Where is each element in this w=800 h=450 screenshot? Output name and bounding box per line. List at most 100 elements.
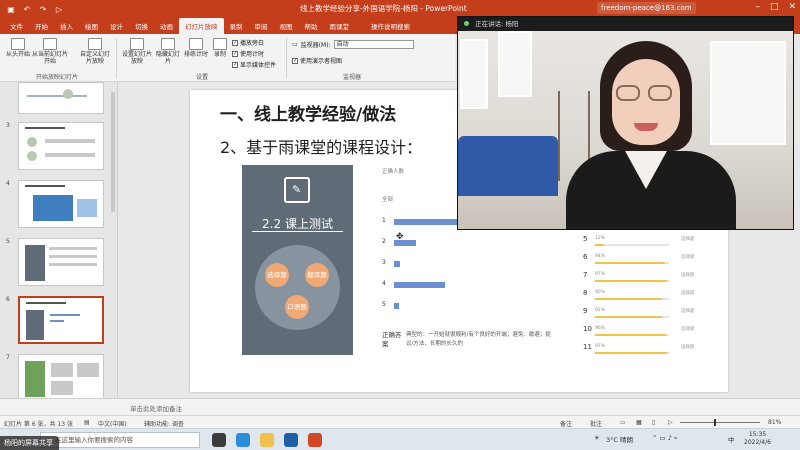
language-indicator[interactable]: 中文(中国): [98, 419, 127, 428]
correct-count-label: 正确人数: [382, 169, 405, 175]
result-row: 6 94% 选择题: [583, 253, 723, 273]
checkbox-checked-icon: ✓: [232, 50, 238, 57]
maximize-icon[interactable]: □: [770, 2, 779, 12]
speaker-video: 杨阳: [458, 31, 793, 229]
show-media-controls-checkbox[interactable]: ✓ 显示媒体控件: [232, 60, 276, 69]
redo-icon[interactable]: ↷: [38, 5, 48, 14]
minimize-icon[interactable]: –: [755, 2, 760, 12]
tray-icons[interactable]: ⌃ ▭ ♪ ⌁: [652, 434, 678, 442]
tab-transitions[interactable]: 切换: [129, 18, 154, 34]
slide-thumbnail[interactable]: [18, 354, 104, 402]
tab-slideshow[interactable]: 幻灯片放映: [179, 18, 224, 34]
speaking-indicator-icon: [464, 21, 469, 26]
question-bar: [394, 261, 400, 267]
custom-show-button[interactable]: 自定义幻灯片放映: [78, 38, 112, 65]
slide-thumbnail[interactable]: [18, 180, 104, 228]
notes-pane[interactable]: 单击此处添加备注: [0, 398, 800, 415]
play-narrations-checkbox[interactable]: ✓ 播放旁白: [232, 38, 264, 47]
close-icon[interactable]: ✕: [788, 2, 796, 12]
start-group-label: 开始放映幻灯片: [36, 74, 79, 81]
slide-thumbnail[interactable]: [18, 238, 104, 286]
zoom-slider-thumb[interactable]: [714, 419, 716, 426]
setup-show-button[interactable]: 设置幻灯片放映: [120, 38, 154, 65]
ime-indicator[interactable]: 中: [728, 434, 735, 444]
spellcheck-icon[interactable]: ▤: [84, 419, 90, 426]
rehearse-timings-button[interactable]: 排练计时: [182, 38, 210, 58]
zoom-slider[interactable]: [680, 422, 760, 423]
monitor-selector: ▭ 监视器(M): 自动: [292, 40, 414, 49]
use-timings-checkbox[interactable]: ✓ 使用计时: [232, 49, 264, 58]
start-slideshow-icon[interactable]: ▷: [54, 5, 64, 14]
record-button[interactable]: 录制: [210, 38, 230, 58]
slide-thumbnail[interactable]: [18, 82, 104, 114]
segment-choice: 选择题: [265, 263, 289, 287]
slide-subtitle[interactable]: 2、基于雨课堂的课程设计：: [220, 134, 422, 158]
hide-slide-button[interactable]: 隐藏幻灯片: [154, 38, 182, 65]
ribbon-separator: [286, 38, 287, 78]
powerpoint-icon[interactable]: [308, 433, 322, 447]
presenter-view-checkbox[interactable]: ✓ 使用演示者视图: [292, 56, 342, 65]
question-bar-row: 4: [382, 280, 557, 290]
result-row: 11 97% 选择题: [583, 343, 723, 363]
tab-design[interactable]: 设计: [104, 18, 129, 34]
monitors-group-label: 监视器: [343, 74, 362, 81]
setup-group-label: 设置: [196, 74, 209, 81]
result-row: 8 90% 选择题: [583, 289, 723, 309]
slideshow-start-icon: [11, 38, 25, 50]
tab-rain-classroom[interactable]: 雨课堂: [324, 18, 356, 34]
undo-icon[interactable]: ↶: [22, 5, 32, 14]
from-current-slide-button[interactable]: 从当前幻灯片开始: [32, 38, 68, 65]
slide-thumbnail-active[interactable]: [18, 296, 104, 344]
result-row: 5 12% 选择题: [583, 235, 723, 255]
from-beginning-button[interactable]: 从头开始: [4, 38, 32, 58]
file-explorer-icon[interactable]: [260, 433, 274, 447]
tab-file[interactable]: 文件: [4, 18, 29, 34]
tab-help[interactable]: 帮助: [299, 18, 324, 34]
monitor-dropdown[interactable]: 自动: [333, 40, 414, 49]
divider: [252, 231, 343, 232]
save-icon[interactable]: ▣: [6, 5, 16, 14]
result-fill: [595, 352, 667, 354]
account-badge[interactable]: freedom-peace@163.com: [597, 2, 696, 14]
clock[interactable]: 15:35 2022/4/6: [744, 431, 771, 447]
question-bar-row: 2: [382, 238, 557, 248]
slide-sorter-icon[interactable]: ▦: [636, 419, 642, 426]
tab-review[interactable]: 审阅: [249, 18, 274, 34]
question-bar-row: 3: [382, 259, 557, 269]
move-cursor-icon: ✥: [396, 232, 404, 242]
segment-translation: 翻译题: [305, 263, 329, 287]
reading-view-icon[interactable]: ▯: [652, 419, 655, 426]
tab-view[interactable]: 视图: [274, 18, 299, 34]
tab-home[interactable]: 开始: [29, 18, 54, 34]
weather-status[interactable]: 3°C 晴朗: [606, 434, 633, 444]
edge-icon[interactable]: [236, 433, 250, 447]
taskbar-search[interactable]: 在这里输入你要搜索的内容: [40, 432, 200, 448]
thumbnail-scrollbar[interactable]: [111, 92, 115, 212]
tab-record[interactable]: 录制: [224, 18, 249, 34]
result-list: 5 12% 选择题 6 94% 选择题 7 97% 选择题 8 90% 选择题 9 91%: [583, 235, 723, 365]
slideshow-view-icon[interactable]: ▷: [668, 419, 673, 426]
ribbon: 从头开始 从当前幻灯片开始 自定义幻灯片放映 开始放映幻灯片 设置幻灯片放映 隐…: [0, 34, 455, 82]
meeting-app-icon[interactable]: [284, 433, 298, 447]
tell-me-search[interactable]: 操作说明搜索: [365, 18, 416, 34]
tab-draw[interactable]: 绘图: [79, 18, 104, 34]
normal-view-icon[interactable]: ▭: [620, 419, 626, 426]
comments-toggle[interactable]: 批注: [590, 419, 602, 428]
result-row: 7 97% 选择题: [583, 271, 723, 291]
accessibility-status[interactable]: 辅助功能: 调查: [144, 419, 184, 428]
timer-icon: [189, 38, 203, 50]
notes-toggle[interactable]: 备注: [560, 419, 572, 428]
tab-animations[interactable]: 动画: [154, 18, 179, 34]
question-bar: [394, 282, 445, 288]
video-call-window[interactable]: 正在讲话: 杨阳 杨阳: [457, 16, 794, 230]
zoom-level[interactable]: 81%: [768, 419, 781, 426]
slide-thumbnail[interactable]: [18, 122, 104, 170]
window-controls: – □ ✕: [755, 2, 796, 12]
weather-icon[interactable]: ☀: [594, 434, 600, 442]
segment-oral: 口语题: [285, 295, 309, 319]
task-view-icon[interactable]: [212, 433, 226, 447]
tab-insert[interactable]: 插入: [54, 18, 79, 34]
slide-title[interactable]: 一、线上教学经验/做法: [220, 100, 396, 125]
notes-placeholder[interactable]: 单击此处添加备注: [130, 403, 182, 413]
screen: ▣ ↶ ↷ ▷ 线上教学经验分享-外国语学院-杨阳 - PowerPoint f…: [0, 0, 800, 450]
